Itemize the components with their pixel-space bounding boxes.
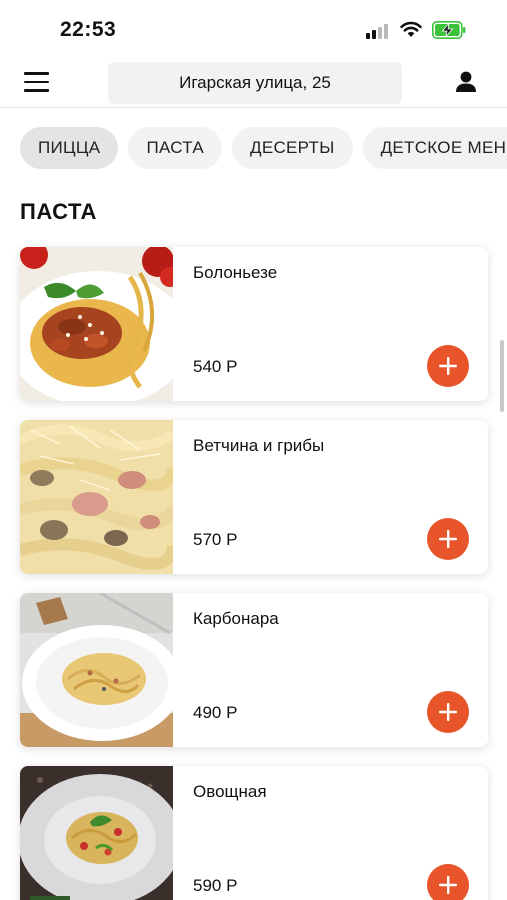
signal-icon (366, 24, 390, 39)
product-card[interactable]: Овощная 590 Р (20, 766, 488, 900)
product-name: Карбонара (193, 609, 279, 628)
menu-screen: 22:53 Игарская улица, 25 ПИЦЦА ПАСТА ДЕС… (0, 0, 507, 900)
product-image (20, 593, 173, 747)
product-name: Болоньезе (193, 263, 278, 282)
product-image (20, 766, 173, 900)
add-to-cart-button[interactable] (427, 345, 469, 387)
address-selector[interactable]: Игарская улица, 25 (108, 62, 402, 104)
product-card[interactable]: Карбонара 490 Р (20, 593, 488, 747)
product-image (20, 247, 173, 401)
status-time: 22:53 (60, 18, 117, 41)
product-name: Ветчина и грибы (193, 436, 325, 455)
category-chip-pizza[interactable]: ПИЦЦА (20, 127, 119, 169)
add-to-cart-button[interactable] (427, 864, 469, 900)
app-header: Игарская улица, 25 (0, 56, 507, 108)
battery-charging-icon (432, 21, 466, 39)
status-bar: 22:53 (0, 0, 507, 56)
product-price: 540 Р (193, 357, 238, 376)
product-name: Овощная (193, 782, 267, 801)
user-icon[interactable] (454, 70, 478, 94)
product-list: Болоньезе 540 Р Ветчина и грибы 570 Р Ка… (20, 247, 488, 900)
plus-icon (439, 357, 457, 375)
hamburger-menu-icon[interactable] (24, 72, 49, 92)
product-card[interactable]: Ветчина и грибы 570 Р (20, 420, 488, 574)
plus-icon (439, 703, 457, 721)
add-to-cart-button[interactable] (427, 518, 469, 560)
product-card[interactable]: Болоньезе 540 Р (20, 247, 488, 401)
product-price: 590 Р (193, 876, 238, 895)
product-price: 570 Р (193, 530, 238, 549)
category-chip-pasta[interactable]: ПАСТА (128, 127, 222, 169)
scrollbar[interactable] (500, 340, 504, 412)
address-text: Игарская улица, 25 (179, 73, 331, 92)
plus-icon (439, 530, 457, 548)
category-tabs: ПИЦЦА ПАСТА ДЕСЕРТЫ ДЕТСКОЕ МЕНЮ (20, 127, 507, 171)
category-chip-kids-menu[interactable]: ДЕТСКОЕ МЕНЮ (362, 127, 507, 169)
product-image (20, 420, 173, 574)
category-chip-desserts[interactable]: ДЕСЕРТЫ (232, 127, 353, 169)
section-title: ПАСТА (20, 199, 97, 224)
add-to-cart-button[interactable] (427, 691, 469, 733)
plus-icon (439, 876, 457, 894)
product-price: 490 Р (193, 703, 238, 722)
wifi-icon (400, 21, 422, 37)
